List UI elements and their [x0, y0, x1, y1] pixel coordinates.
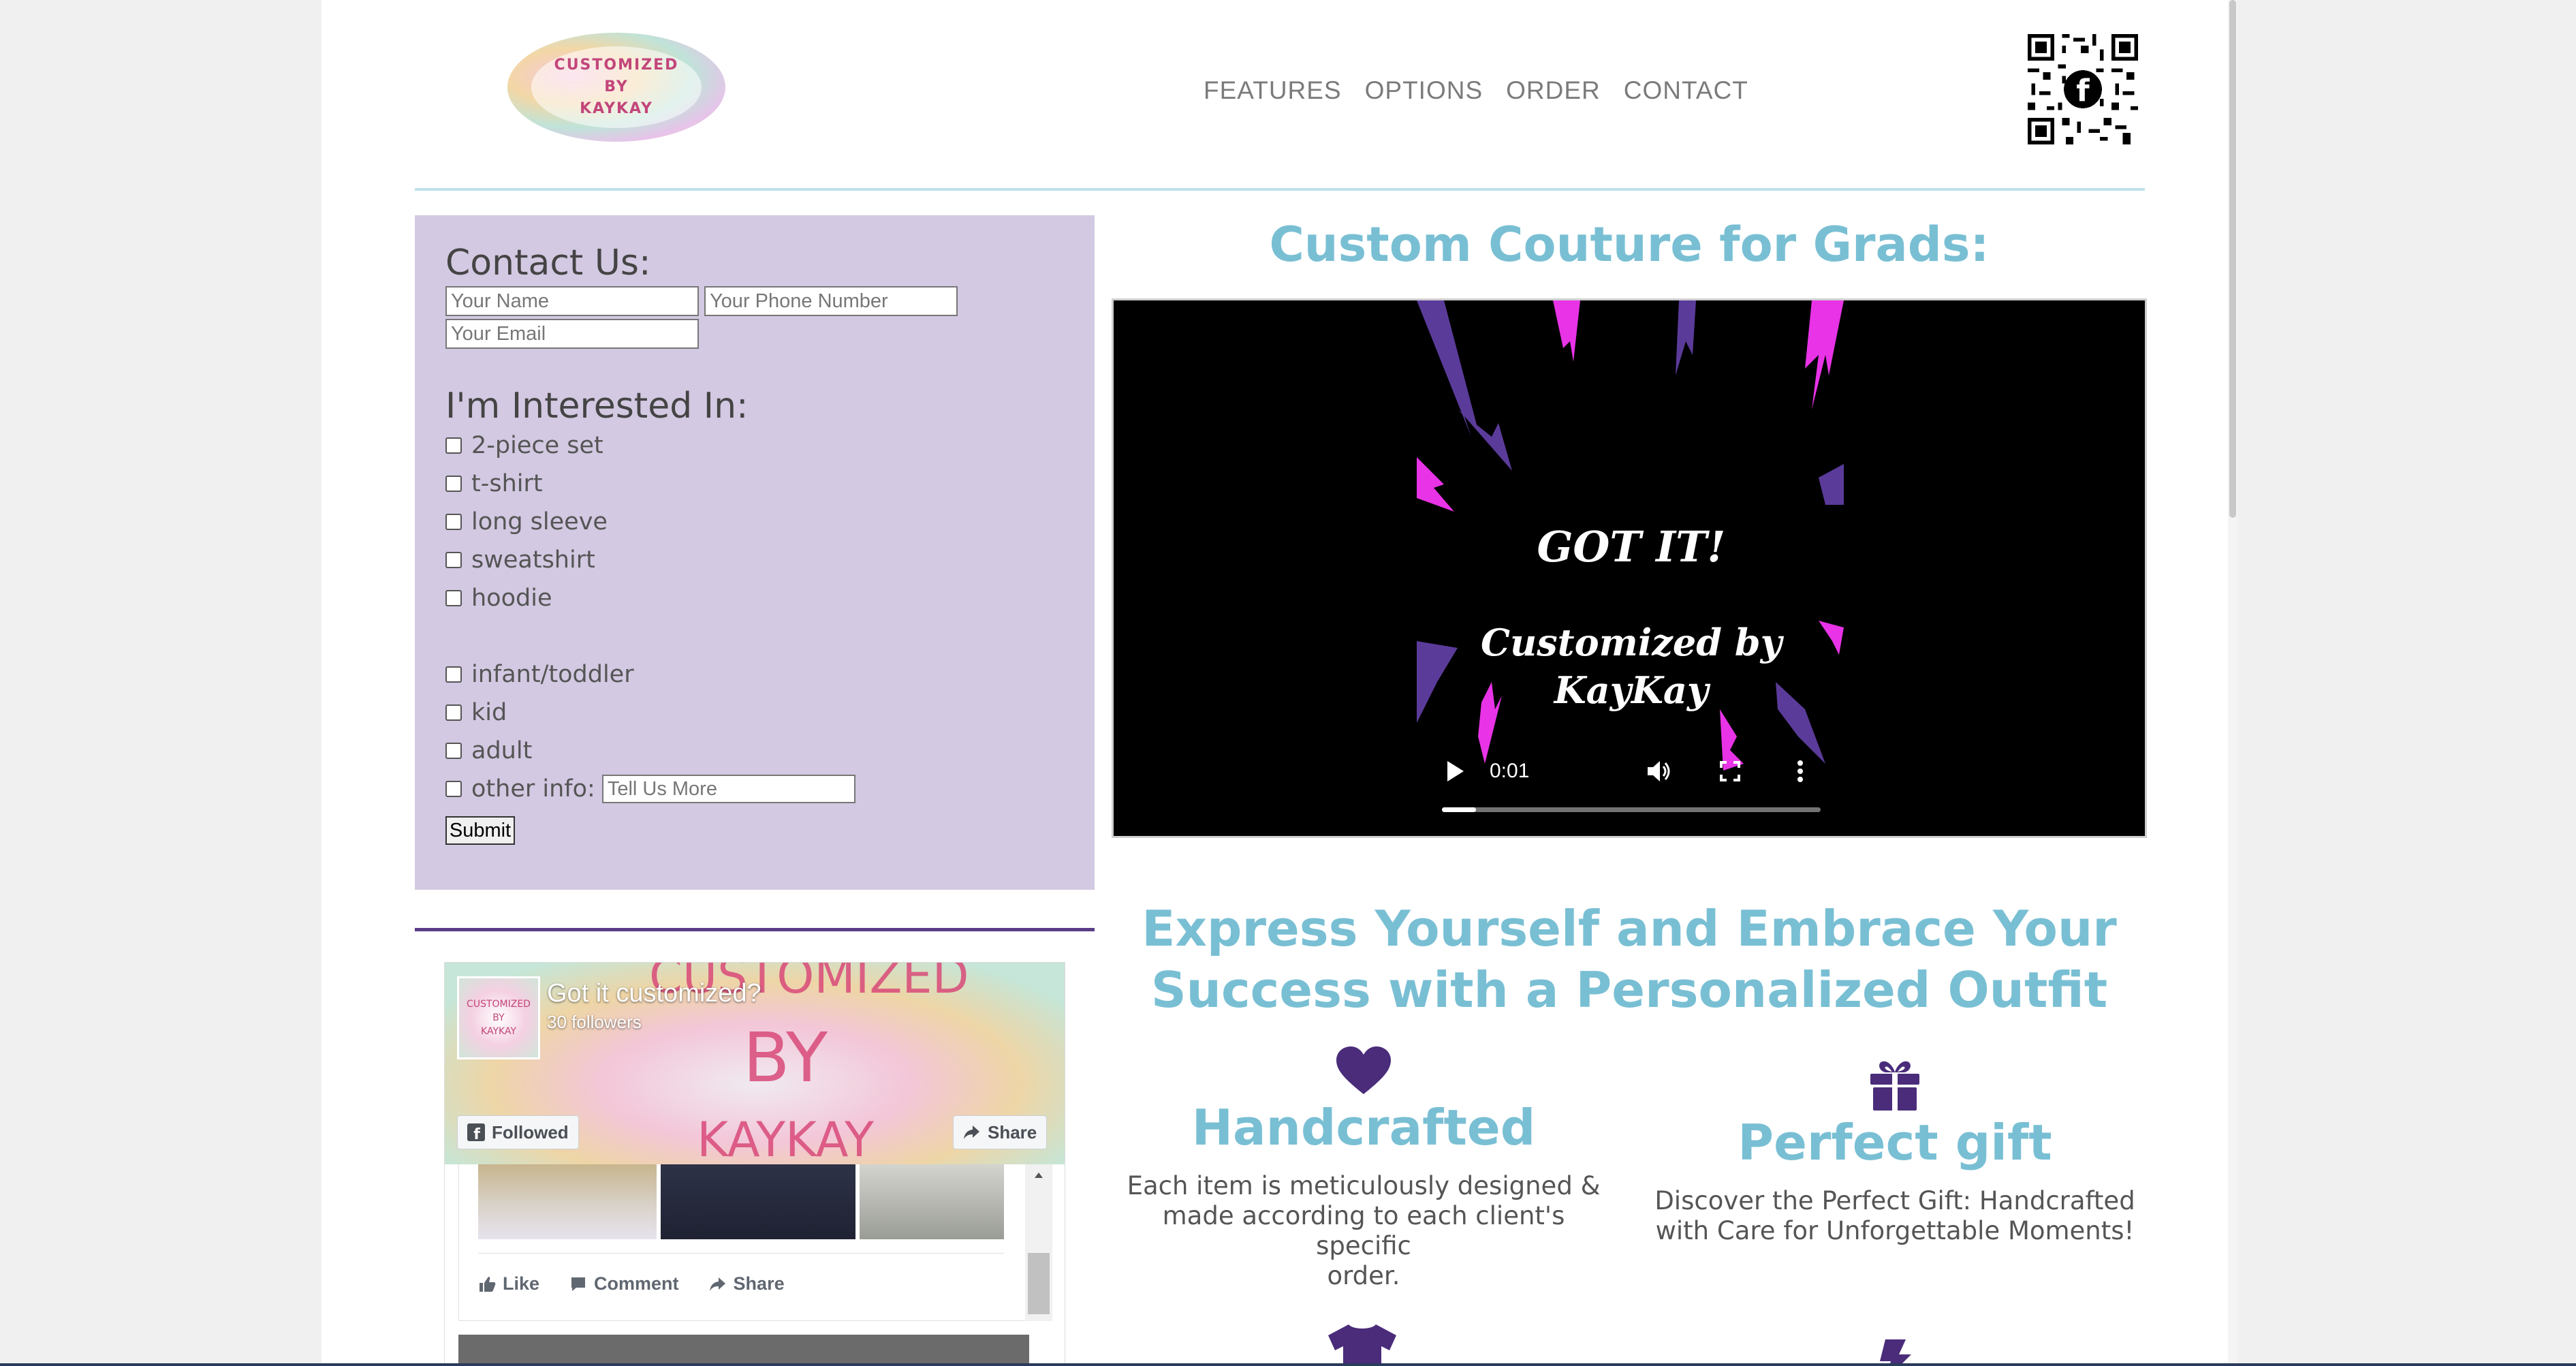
fb-post-image[interactable]	[661, 1164, 855, 1239]
share-arrow-icon	[964, 1126, 979, 1139]
checkbox[interactable]	[445, 476, 462, 492]
option-kid[interactable]: kid	[445, 694, 1064, 732]
fb-followed-button[interactable]: f Followed	[457, 1115, 579, 1149]
feature-perfect-gift: Perfect gift Discover the Perfect Gift: …	[1643, 1060, 2147, 1246]
svg-text:f: f	[2076, 73, 2090, 108]
checkbox[interactable]	[445, 514, 462, 530]
fb-share-button[interactable]: Share	[953, 1115, 1048, 1149]
logo-line-2: BY	[604, 78, 629, 95]
video-subtitle-line-1: Customized by	[1481, 621, 1782, 664]
fb-feed-scrollbar[interactable]	[1025, 1164, 1052, 1321]
contact-title: Contact Us:	[445, 243, 651, 283]
fb-scroll-thumb[interactable]	[1028, 1253, 1050, 1314]
more-options-icon[interactable]	[1796, 760, 1804, 783]
video-subtitle-line-2: KayKay	[1554, 668, 1709, 712]
fb-followers: 30 followers	[547, 1012, 642, 1032]
logo-line-3: KAYKAY	[580, 100, 653, 117]
video-time: 0:01	[1490, 760, 1530, 782]
header-divider	[415, 188, 2145, 191]
section-divider	[415, 928, 1095, 931]
option-adult[interactable]: adult	[445, 732, 1064, 770]
option-t-shirt[interactable]: t-shirt	[445, 465, 1064, 503]
feature-title: Perfect gift	[1738, 1114, 2052, 1171]
fullscreen-icon[interactable]	[1720, 761, 1740, 781]
fb-like-action[interactable]: Like	[478, 1273, 539, 1294]
svg-text:f: f	[473, 1126, 480, 1141]
window-bottom-edge	[0, 1363, 2576, 1366]
interest-title: I'm Interested In:	[445, 386, 749, 426]
thumbs-up-icon	[480, 1276, 496, 1292]
facebook-page-widget[interactable]: CUSTOMIZED BY KAYKAY CUSTOMIZED BY KAYKA…	[444, 962, 1065, 1366]
checkbox[interactable]	[445, 666, 462, 683]
option-hoodie[interactable]: hoodie	[445, 579, 1064, 617]
tagline-line-2: Success with a Personalized Outfit	[1150, 961, 2108, 1019]
email-field[interactable]: Your Email	[445, 319, 699, 349]
fb-cover-line-2: BY	[742, 1018, 828, 1098]
facebook-icon: f	[467, 1123, 485, 1141]
play-icon[interactable]	[1445, 760, 1465, 783]
option-2-piece-set[interactable]: 2-piece set	[445, 426, 1064, 465]
fb-feed[interactable]: Like Comment Share	[445, 1164, 1065, 1365]
page-title: Custom Couture for Grads:	[1269, 217, 1990, 273]
tagline: Express Yourself and Embrace Your Succes…	[1112, 898, 2147, 1021]
option-long-sleeve[interactable]: long sleeve	[445, 503, 1064, 541]
volume-icon[interactable]	[1646, 760, 1671, 783]
feature-description: Each item is meticulously designed & mad…	[1127, 1171, 1601, 1290]
feature-title: Handcrafted	[1191, 1099, 1536, 1156]
scroll-up-icon[interactable]	[1025, 1164, 1052, 1185]
checkbox[interactable]	[445, 781, 462, 797]
logo-badge: CUSTOMIZED BY KAYKAY	[531, 46, 702, 128]
logo-line-1: CUSTOMIZED	[554, 57, 679, 74]
logo[interactable]: CUSTOMIZED BY KAYKAY	[507, 33, 725, 142]
fb-page-name[interactable]: Got it customized?	[547, 979, 761, 1008]
fb-cover-photo[interactable]: CUSTOMIZED BY KAYKAY CUSTOMIZED BY KAYKA…	[445, 963, 1065, 1168]
option-infant-toddler[interactable]: infant/toddler	[445, 655, 1064, 694]
nav-features[interactable]: FEATURES	[1204, 76, 1342, 105]
nav-order[interactable]: ORDER	[1506, 76, 1601, 105]
option-sweatshirt[interactable]: sweatshirt	[445, 541, 1064, 579]
fb-avatar[interactable]: CUSTOMIZED BY KAYKAY	[457, 976, 540, 1059]
heart-icon	[1336, 1046, 1391, 1094]
video-title: GOT IT!	[1537, 522, 1726, 572]
page-scroll-thumb[interactable]	[2229, 0, 2236, 518]
checkbox[interactable]	[445, 704, 462, 721]
feature-description: Discover the Perfect Gift: Handcrafted w…	[1654, 1186, 2135, 1245]
lightning-icon	[1880, 1339, 1911, 1366]
fb-post-image[interactable]	[478, 1164, 657, 1239]
promo-video-player[interactable]: GOT IT! Customized by KayKay 0:01	[1112, 298, 2147, 838]
t-shirt-icon	[1328, 1324, 1396, 1366]
qr-code-icon[interactable]: f	[2028, 34, 2138, 144]
video-controls: 0:01	[1442, 750, 1821, 832]
phone-field[interactable]: Your Phone Number	[704, 286, 958, 316]
name-field[interactable]: Your Name	[445, 286, 699, 316]
main-nav: FEATURES OPTIONS ORDER CONTACT	[1204, 76, 1748, 105]
nav-contact[interactable]: CONTACT	[1624, 76, 1748, 105]
feature-handcrafted: Handcrafted Each item is meticulously de…	[1112, 1046, 1616, 1291]
tell-us-more-field[interactable]: Tell Us More	[601, 775, 855, 803]
fb-post-image[interactable]	[860, 1164, 1004, 1239]
option-other-info[interactable]: other info: Tell Us More	[445, 770, 1064, 808]
submit-button[interactable]: Submit	[445, 816, 515, 845]
video-progress-bar[interactable]	[1442, 807, 1821, 812]
checkbox[interactable]	[445, 437, 462, 454]
checkbox[interactable]	[445, 743, 462, 759]
comment-icon	[571, 1277, 586, 1291]
share-arrow-icon	[709, 1277, 725, 1291]
fb-share-action[interactable]: Share	[709, 1273, 785, 1294]
tagline-line-1: Express Yourself and Embrace Your	[1142, 900, 2117, 957]
fb-next-post[interactable]	[458, 1335, 1029, 1365]
nav-options[interactable]: OPTIONS	[1365, 76, 1483, 105]
checkbox[interactable]	[445, 590, 462, 606]
contact-form: Contact Us: Your Name Your Phone Number …	[415, 215, 1095, 890]
fb-post[interactable]: Like Comment Share	[458, 1164, 1029, 1321]
fb-comment-action[interactable]: Comment	[569, 1273, 679, 1294]
page: CUSTOMIZED BY KAYKAY FEATURES OPTIONS OR…	[321, 0, 2237, 1366]
gift-icon	[1870, 1061, 1919, 1111]
checkbox[interactable]	[445, 552, 462, 568]
page-scrollbar[interactable]	[2228, 0, 2237, 1366]
